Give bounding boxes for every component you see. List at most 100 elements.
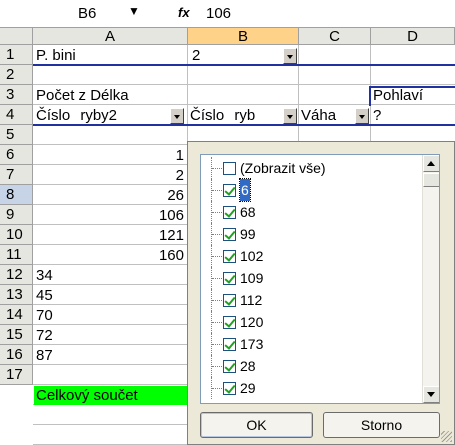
- tree-line: [211, 245, 223, 267]
- row-header-4[interactable]: 4: [0, 105, 33, 125]
- filter-item[interactable]: 109: [201, 267, 417, 289]
- filter-item-label: 29: [240, 380, 256, 396]
- cell-a6[interactable]: 2: [34, 166, 187, 185]
- cell-a9[interactable]: 121: [34, 226, 187, 245]
- filter-checkbox[interactable]: [223, 184, 236, 197]
- filter-checkbox[interactable]: [223, 162, 236, 175]
- cell-d3[interactable]: Pohlaví: [373, 86, 453, 105]
- filter-item-label: (Zobrazit vše): [240, 160, 326, 176]
- row-header-2[interactable]: 2: [0, 65, 33, 85]
- tree-line: [211, 201, 223, 223]
- row-header-9[interactable]: 9: [0, 205, 33, 225]
- row-header-6[interactable]: 6: [0, 145, 33, 165]
- name-box[interactable]: B6: [60, 5, 130, 23]
- filter-item-label: 120: [240, 314, 264, 330]
- row-field-3-dropdown-icon[interactable]: [355, 108, 369, 124]
- cell-d4[interactable]: ?: [373, 106, 413, 125]
- cell-a15[interactable]: 87: [36, 346, 186, 365]
- filter-item-label: 173: [240, 336, 264, 352]
- row-header-5[interactable]: 5: [0, 125, 33, 145]
- page-field-dropdown-icon[interactable]: [283, 48, 297, 64]
- cell-a4[interactable]: Číslo ryby2: [36, 106, 158, 125]
- cell-b1[interactable]: 2: [192, 46, 272, 65]
- cell-a8[interactable]: 106: [34, 206, 187, 225]
- cell-a13[interactable]: 70: [36, 306, 186, 325]
- cell-a3[interactable]: Počet z Délka: [36, 86, 186, 105]
- row-header-15[interactable]: 15: [0, 325, 33, 345]
- filter-checkbox[interactable]: [223, 250, 236, 263]
- filter-checkbox[interactable]: [223, 338, 236, 351]
- formula-bar: B6 ▼ fx 106: [0, 0, 455, 28]
- row-header-7[interactable]: 7: [0, 165, 33, 185]
- tree-line: [211, 267, 223, 289]
- filter-item[interactable]: 6: [201, 178, 417, 202]
- column-header-a[interactable]: A: [33, 28, 188, 45]
- row-header-14[interactable]: 14: [0, 305, 33, 325]
- formula-input[interactable]: 106: [206, 5, 231, 22]
- row-header-12[interactable]: 12: [0, 265, 33, 285]
- select-all-corner[interactable]: [0, 28, 33, 45]
- filter-item-label: 28: [240, 358, 256, 374]
- column-header-d[interactable]: D: [371, 28, 455, 45]
- column-header-c[interactable]: C: [299, 28, 371, 45]
- name-box-dropdown-icon[interactable]: ▼: [128, 4, 140, 18]
- column-header-b[interactable]: B: [188, 28, 299, 45]
- cell-a14[interactable]: 72: [36, 326, 186, 345]
- scroll-thumb[interactable]: [423, 173, 439, 187]
- vertical-scrollbar[interactable]: [422, 155, 439, 403]
- row-header-16[interactable]: 16: [0, 345, 33, 365]
- row-header-8[interactable]: 8: [0, 185, 33, 205]
- cell-a1[interactable]: P. bini: [36, 46, 186, 65]
- cancel-button[interactable]: Storno: [323, 412, 440, 438]
- function-icon[interactable]: fx: [178, 5, 190, 20]
- tree-line: [211, 179, 223, 201]
- filter-item-label: 109: [240, 270, 264, 286]
- tree-line: [211, 333, 223, 355]
- row-field-dropdown-icon[interactable]: [170, 108, 184, 124]
- row-header-3[interactable]: 3: [0, 85, 33, 105]
- tree-line: [211, 157, 223, 179]
- cell-a16-grand-total[interactable]: Celkový součet: [36, 386, 186, 405]
- filter-item[interactable]: (Zobrazit vše): [201, 157, 417, 179]
- row-header-17[interactable]: 17: [0, 365, 33, 385]
- filter-item[interactable]: 68: [201, 201, 417, 223]
- ok-button[interactable]: OK: [200, 412, 313, 438]
- filter-item[interactable]: 102: [201, 245, 417, 267]
- filter-item[interactable]: 29: [201, 377, 417, 399]
- filter-item[interactable]: 173: [201, 333, 417, 355]
- filter-checkbox[interactable]: [223, 382, 236, 395]
- cell-b4[interactable]: Číslo ryb: [190, 106, 280, 125]
- cell-c4[interactable]: Váha: [301, 106, 341, 125]
- row-header-11[interactable]: 11: [0, 245, 33, 265]
- filter-item-label: 112: [240, 292, 263, 308]
- row-header-1[interactable]: 1: [0, 45, 33, 65]
- cell-a10[interactable]: 160: [34, 246, 187, 265]
- cell-a5[interactable]: 1: [34, 146, 187, 165]
- cell-a11[interactable]: 34: [36, 266, 186, 285]
- tree-line: [211, 311, 223, 333]
- filter-item-label: 99: [240, 226, 256, 242]
- tree-line: [211, 377, 223, 399]
- autofilter-popup: (Zobrazit vše) 6 68 99 102 109 112 120 173 28 29 O…: [187, 141, 455, 445]
- resize-grip-icon[interactable]: [441, 431, 452, 442]
- filter-checkbox[interactable]: [223, 294, 236, 307]
- row-field-2-dropdown-icon[interactable]: [283, 108, 297, 124]
- tree-line: [211, 223, 223, 245]
- row-header-10[interactable]: 10: [0, 225, 33, 245]
- filter-checkbox[interactable]: [223, 316, 236, 329]
- scroll-up-icon[interactable]: [423, 155, 439, 172]
- cell-a12[interactable]: 45: [36, 286, 186, 305]
- cell-a7[interactable]: 26: [34, 186, 187, 205]
- filter-checkbox[interactable]: [223, 206, 236, 219]
- filter-checkbox[interactable]: [223, 272, 236, 285]
- filter-checkbox[interactable]: [223, 360, 236, 373]
- scroll-down-icon[interactable]: [423, 386, 439, 403]
- row-header-13[interactable]: 13: [0, 285, 33, 305]
- filter-item-list[interactable]: (Zobrazit vše) 6 68 99 102 109 112 120 173 28 29: [200, 154, 440, 404]
- filter-item[interactable]: 28: [201, 355, 417, 377]
- filter-item[interactable]: 112: [201, 289, 417, 311]
- tree-line: [211, 355, 223, 377]
- filter-checkbox[interactable]: [223, 228, 236, 241]
- filter-item[interactable]: 99: [201, 223, 417, 245]
- filter-item[interactable]: 120: [201, 311, 417, 333]
